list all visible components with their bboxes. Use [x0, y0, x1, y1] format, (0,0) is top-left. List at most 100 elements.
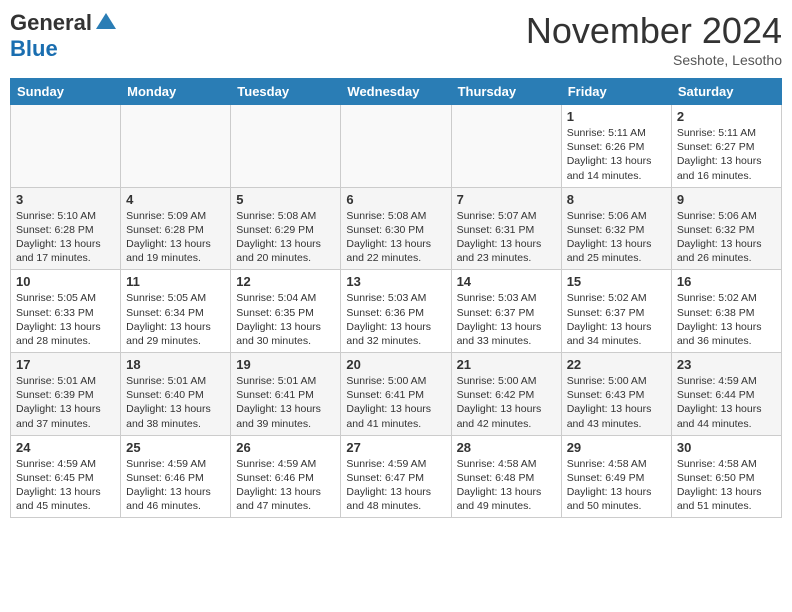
day-number: 29 [567, 440, 666, 455]
calendar-week-row: 24Sunrise: 4:59 AMSunset: 6:45 PMDayligh… [11, 435, 782, 518]
calendar-cell: 5 Sunrise: 5:08 AMSunset: 6:29 PMDaylight… [231, 187, 341, 270]
day-info: Sunrise: 5:10 AMSunset: 6:28 PMDaylight:… [16, 209, 115, 266]
col-header-saturday: Saturday [671, 79, 781, 105]
day-number: 11 [126, 274, 225, 289]
calendar-week-row: 3 Sunrise: 5:10 AMSunset: 6:28 PMDaylight… [11, 187, 782, 270]
calendar-cell: 23 Sunrise: 4:59 AMSunset: 6:44 PMDayligh… [671, 353, 781, 436]
calendar-cell: 21Sunrise: 5:00 AMSunset: 6:42 PMDayligh… [451, 353, 561, 436]
day-number: 7 [457, 192, 556, 207]
calendar-cell [121, 105, 231, 188]
day-number: 4 [126, 192, 225, 207]
day-number: 1 [567, 109, 666, 124]
calendar-cell: 20 Sunrise: 5:00 AMSunset: 6:41 PMDayligh… [341, 353, 451, 436]
day-info: Sunrise: 5:11 AMSunset: 6:26 PMDaylight:… [567, 126, 666, 183]
day-number: 30 [677, 440, 776, 455]
day-number: 28 [457, 440, 556, 455]
calendar-cell: 15Sunrise: 5:02 AMSunset: 6:37 PMDayligh… [561, 270, 671, 353]
day-info: Sunrise: 5:05 AMSunset: 6:34 PMDaylight:… [126, 291, 225, 348]
day-number: 8 [567, 192, 666, 207]
col-header-tuesday: Tuesday [231, 79, 341, 105]
calendar-cell: 28 Sunrise: 4:58 AMSunset: 6:48 PMDayligh… [451, 435, 561, 518]
calendar-cell: 25Sunrise: 4:59 AMSunset: 6:46 PMDayligh… [121, 435, 231, 518]
location-text: Seshote, Lesotho [526, 52, 782, 68]
calendar-cell: 7 Sunrise: 5:07 AMSunset: 6:31 PMDaylight… [451, 187, 561, 270]
day-number: 13 [346, 274, 445, 289]
col-header-thursday: Thursday [451, 79, 561, 105]
day-info: Sunrise: 5:01 AMSunset: 6:40 PMDaylight:… [126, 374, 225, 431]
day-info: Sunrise: 5:06 AMSunset: 6:32 PMDaylight:… [567, 209, 666, 266]
calendar-week-row: 1 Sunrise: 5:11 AMSunset: 6:26 PMDaylight… [11, 105, 782, 188]
day-number: 5 [236, 192, 335, 207]
day-number: 17 [16, 357, 115, 372]
day-number: 10 [16, 274, 115, 289]
day-info: Sunrise: 5:03 AMSunset: 6:37 PMDaylight:… [457, 291, 556, 348]
calendar-cell: 10 Sunrise: 5:05 AMSunset: 6:33 PMDayligh… [11, 270, 121, 353]
calendar-cell: 11 Sunrise: 5:05 AMSunset: 6:34 PMDayligh… [121, 270, 231, 353]
calendar-cell: 12 Sunrise: 5:04 AMSunset: 6:35 PMDayligh… [231, 270, 341, 353]
day-info: Sunrise: 4:58 AMSunset: 6:48 PMDaylight:… [457, 457, 556, 514]
day-info: Sunrise: 4:58 AMSunset: 6:49 PMDaylight:… [567, 457, 666, 514]
day-info: Sunrise: 5:00 AMSunset: 6:41 PMDaylight:… [346, 374, 445, 431]
day-number: 9 [677, 192, 776, 207]
day-number: 12 [236, 274, 335, 289]
calendar-cell: 16 Sunrise: 5:02 AMSunset: 6:38 PMDayligh… [671, 270, 781, 353]
calendar-cell: 27 Sunrise: 4:59 AMSunset: 6:47 PMDayligh… [341, 435, 451, 518]
col-header-sunday: Sunday [11, 79, 121, 105]
day-number: 22 [567, 357, 666, 372]
logo-icon [94, 11, 118, 35]
day-number: 26 [236, 440, 335, 455]
calendar-cell: 2 Sunrise: 5:11 AMSunset: 6:27 PMDaylight… [671, 105, 781, 188]
calendar-cell: 17 Sunrise: 5:01 AMSunset: 6:39 PMDayligh… [11, 353, 121, 436]
day-info: Sunrise: 5:04 AMSunset: 6:35 PMDaylight:… [236, 291, 335, 348]
day-number: 2 [677, 109, 776, 124]
calendar-cell: 4 Sunrise: 5:09 AMSunset: 6:28 PMDaylight… [121, 187, 231, 270]
day-info: Sunrise: 5:03 AMSunset: 6:36 PMDaylight:… [346, 291, 445, 348]
calendar-cell [451, 105, 561, 188]
day-number: 14 [457, 274, 556, 289]
calendar-cell: 30Sunrise: 4:58 AMSunset: 6:50 PMDayligh… [671, 435, 781, 518]
month-title: November 2024 [526, 10, 782, 52]
col-header-monday: Monday [121, 79, 231, 105]
logo-general-text: General [10, 10, 92, 36]
calendar-cell: 8 Sunrise: 5:06 AMSunset: 6:32 PMDaylight… [561, 187, 671, 270]
day-number: 20 [346, 357, 445, 372]
calendar-cell: 6Sunrise: 5:08 AMSunset: 6:30 PMDaylight… [341, 187, 451, 270]
day-info: Sunrise: 5:11 AMSunset: 6:27 PMDaylight:… [677, 126, 776, 183]
day-number: 23 [677, 357, 776, 372]
day-number: 16 [677, 274, 776, 289]
day-number: 19 [236, 357, 335, 372]
calendar-header-row: SundayMondayTuesdayWednesdayThursdayFrid… [11, 79, 782, 105]
day-info: Sunrise: 4:59 AMSunset: 6:44 PMDaylight:… [677, 374, 776, 431]
day-info: Sunrise: 5:05 AMSunset: 6:33 PMDaylight:… [16, 291, 115, 348]
calendar-cell: 29 Sunrise: 4:58 AMSunset: 6:49 PMDayligh… [561, 435, 671, 518]
logo-blue-text: Blue [10, 36, 58, 62]
calendar-cell: 14 Sunrise: 5:03 AMSunset: 6:37 PMDayligh… [451, 270, 561, 353]
day-info: Sunrise: 5:01 AMSunset: 6:39 PMDaylight:… [16, 374, 115, 431]
col-header-wednesday: Wednesday [341, 79, 451, 105]
calendar-cell: 18 Sunrise: 5:01 AMSunset: 6:40 PMDayligh… [121, 353, 231, 436]
day-info: Sunrise: 5:07 AMSunset: 6:31 PMDaylight:… [457, 209, 556, 266]
day-info: Sunrise: 5:06 AMSunset: 6:32 PMDaylight:… [677, 209, 776, 266]
calendar-cell [231, 105, 341, 188]
day-info: Sunrise: 5:09 AMSunset: 6:28 PMDaylight:… [126, 209, 225, 266]
day-number: 3 [16, 192, 115, 207]
col-header-friday: Friday [561, 79, 671, 105]
day-info: Sunrise: 4:59 AMSunset: 6:47 PMDaylight:… [346, 457, 445, 514]
day-number: 27 [346, 440, 445, 455]
day-number: 18 [126, 357, 225, 372]
calendar-cell: 24Sunrise: 4:59 AMSunset: 6:45 PMDayligh… [11, 435, 121, 518]
title-block: November 2024 Seshote, Lesotho [526, 10, 782, 68]
day-info: Sunrise: 4:59 AMSunset: 6:45 PMDaylight:… [16, 457, 115, 514]
calendar-cell: 3 Sunrise: 5:10 AMSunset: 6:28 PMDaylight… [11, 187, 121, 270]
logo: General Blue [10, 10, 118, 62]
calendar-cell: 13 Sunrise: 5:03 AMSunset: 6:36 PMDayligh… [341, 270, 451, 353]
calendar-cell: 9 Sunrise: 5:06 AMSunset: 6:32 PMDaylight… [671, 187, 781, 270]
calendar-cell [341, 105, 451, 188]
day-info: Sunrise: 4:59 AMSunset: 6:46 PMDaylight:… [236, 457, 335, 514]
calendar-cell: 19Sunrise: 5:01 AMSunset: 6:41 PMDayligh… [231, 353, 341, 436]
calendar-cell: 1 Sunrise: 5:11 AMSunset: 6:26 PMDaylight… [561, 105, 671, 188]
day-info: Sunrise: 5:08 AMSunset: 6:29 PMDaylight:… [236, 209, 335, 266]
day-info: Sunrise: 5:02 AMSunset: 6:38 PMDaylight:… [677, 291, 776, 348]
calendar-week-row: 10 Sunrise: 5:05 AMSunset: 6:33 PMDayligh… [11, 270, 782, 353]
day-info: Sunrise: 5:00 AMSunset: 6:42 PMDaylight:… [457, 374, 556, 431]
